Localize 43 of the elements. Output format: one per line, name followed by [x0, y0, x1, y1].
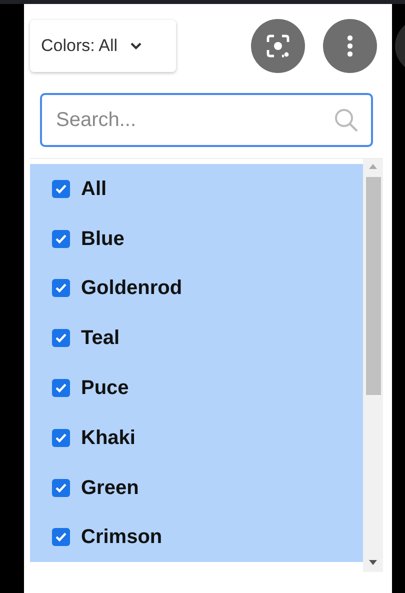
checkmark-icon	[55, 283, 67, 294]
option-label: Teal	[81, 326, 120, 352]
checkbox[interactable]	[52, 478, 70, 497]
checkmark-icon	[55, 432, 67, 443]
checkbox[interactable]	[52, 230, 70, 248]
option-row[interactable]: All	[30, 164, 363, 214]
checkbox[interactable]	[52, 428, 70, 447]
checkbox[interactable]	[52, 279, 70, 298]
camera-search-button[interactable]	[251, 19, 305, 73]
option-row[interactable]: Khaki	[30, 412, 363, 463]
checkmark-icon	[55, 532, 67, 542]
checkmark-icon	[55, 184, 67, 194]
more-button[interactable]	[323, 19, 377, 73]
checkbox[interactable]	[52, 379, 70, 398]
scroll-up-icon	[368, 163, 378, 169]
option-label: Blue	[81, 226, 124, 252]
checkbox[interactable]	[52, 329, 70, 348]
option-label: Crimson	[81, 525, 162, 550]
option-row[interactable]: Teal	[30, 313, 363, 364]
scrollbar[interactable]	[363, 159, 383, 572]
option-row[interactable]: Puce	[30, 363, 363, 413]
lens-icon	[265, 33, 291, 59]
checkbox[interactable]	[52, 180, 70, 198]
option-label: All	[81, 176, 107, 202]
filter-dropdown[interactable]: Colors: All	[30, 20, 176, 72]
more-vertical-icon	[347, 35, 353, 57]
option-row[interactable]: Crimson	[30, 512, 363, 562]
option-row[interactable]: Green	[30, 462, 363, 513]
option-row[interactable]: Blue	[30, 214, 363, 264]
option-label: Green	[81, 476, 139, 501]
checkmark-icon	[55, 383, 67, 394]
checkmark-icon	[55, 234, 67, 244]
scroll-down-icon	[368, 560, 378, 566]
checkbox[interactable]	[52, 528, 70, 546]
option-label: Puce	[81, 376, 129, 402]
checkmark-icon	[55, 333, 67, 344]
option-label: Khaki	[81, 426, 136, 451]
option-label: Goldenrod	[81, 276, 182, 302]
search-field[interactable]: Search...	[40, 93, 373, 147]
chevron-down-icon	[130, 42, 142, 50]
option-row[interactable]: Goldenrod	[30, 264, 363, 314]
search-icon	[333, 107, 359, 133]
checkmark-icon	[55, 482, 67, 493]
